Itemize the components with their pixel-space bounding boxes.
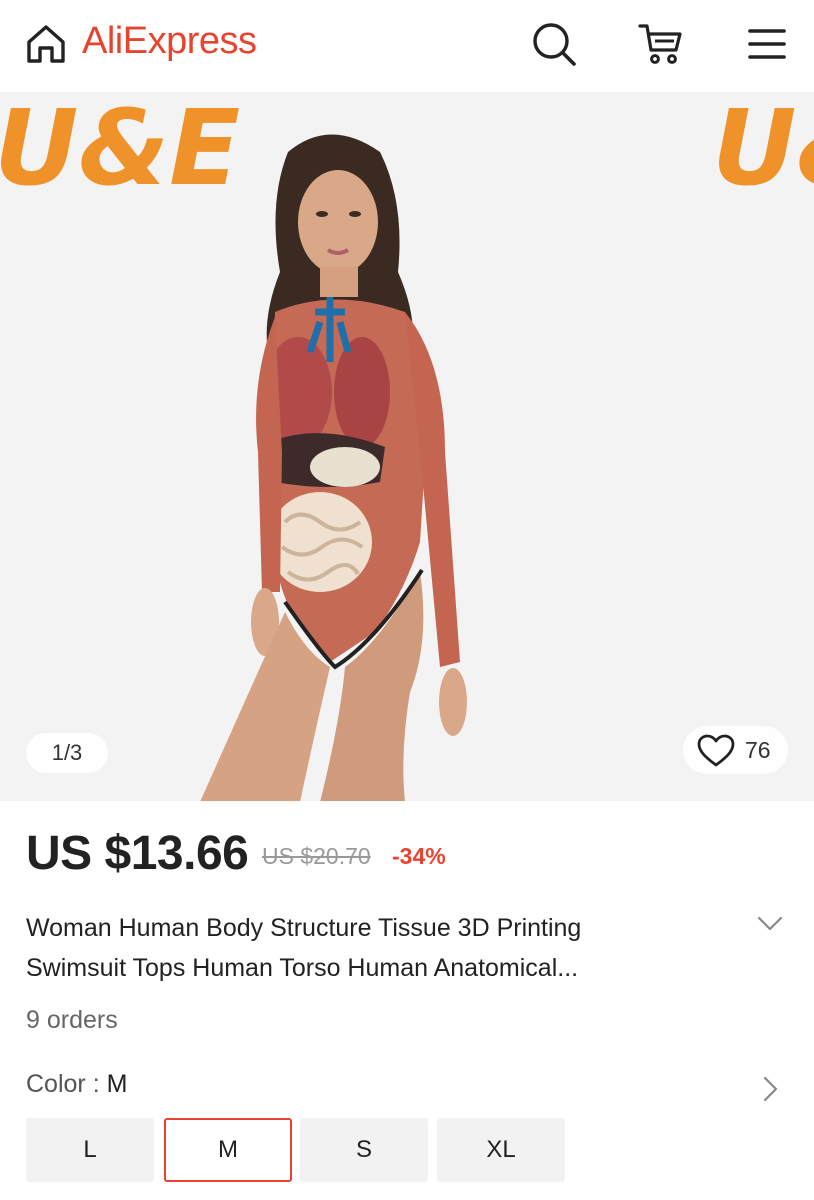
model-photo — [200, 134, 467, 801]
wishlist-count: 76 — [745, 737, 771, 763]
discount-badge: -34% — [392, 843, 446, 869]
svg-text:U&: U& — [716, 92, 814, 202]
size-option-m[interactable]: M — [164, 1118, 292, 1182]
size-option-xl[interactable]: XL — [437, 1118, 565, 1182]
product-image-slide[interactable]: U&E 1/3 — [0, 92, 708, 801]
chevron-down-icon[interactable] — [756, 914, 784, 934]
chevron-right-icon[interactable] — [760, 1074, 780, 1104]
color-selected-value: M — [106, 1070, 128, 1098]
color-label: Color — [26, 1070, 86, 1098]
home-icon[interactable] — [24, 22, 68, 66]
aliexpress-logo[interactable]: AliExpress — [82, 20, 257, 63]
product-title[interactable]: Woman Human Body Structure Tissue 3D Pri… — [26, 908, 666, 988]
original-price: US $20.70 — [262, 843, 371, 869]
wishlist-button[interactable]: 76 — [683, 726, 788, 774]
size-option-s[interactable]: S — [300, 1118, 428, 1182]
search-icon[interactable] — [530, 20, 578, 68]
brand-watermark: U& — [712, 92, 814, 209]
slide-counter: 1/3 — [26, 733, 108, 773]
next-image-slide[interactable]: U& — [712, 92, 814, 801]
cart-icon[interactable] — [636, 20, 684, 68]
product-image-gallery[interactable]: U&E 1/3 U 76 — [0, 92, 814, 801]
menu-icon[interactable] — [744, 22, 788, 66]
size-option-l[interactable]: L — [26, 1118, 154, 1182]
color-separator: : — [85, 1070, 107, 1098]
color-selector-row[interactable]: Color : M — [26, 1070, 127, 1099]
current-price: US $13.66 — [26, 827, 249, 880]
top-header: AliExpress — [0, 0, 814, 92]
size-options: L M S XL — [26, 1118, 586, 1184]
orders-count: 9 orders — [26, 1006, 118, 1034]
heart-icon — [697, 734, 735, 767]
